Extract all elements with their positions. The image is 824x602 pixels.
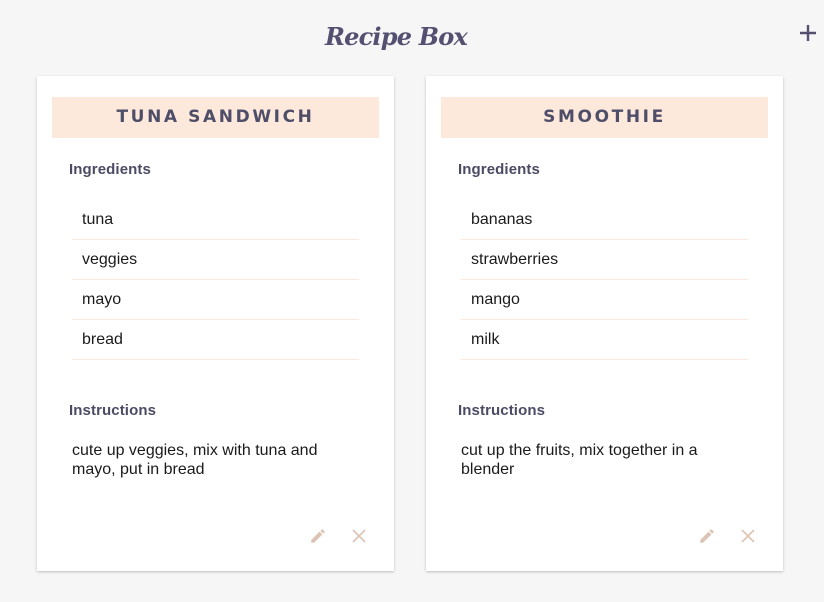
instructions-label: Instructions — [458, 402, 546, 419]
pencil-icon — [311, 529, 325, 543]
app-title: Recipe Box — [325, 22, 468, 51]
instructions-label: Instructions — [69, 402, 157, 419]
ingredient-item: bread — [72, 320, 359, 360]
ingredient-item: mayo — [72, 280, 359, 320]
plus-icon — [800, 25, 816, 41]
ingredient-item: mango — [461, 280, 748, 320]
ingredient-item: bananas — [461, 200, 748, 240]
recipe-card: SMOOTHIE Ingredients bananas strawberrie… — [426, 76, 783, 571]
delete-recipe-button[interactable] — [352, 529, 366, 543]
ingredients-label: Ingredients — [69, 161, 151, 178]
ingredient-item: milk — [461, 320, 748, 360]
pencil-icon — [700, 529, 714, 543]
ingredient-list: tuna veggies mayo bread — [72, 200, 359, 360]
ingredient-item: veggies — [72, 240, 359, 280]
ingredient-item: strawberries — [461, 240, 748, 280]
add-recipe-button[interactable] — [795, 20, 821, 46]
delete-recipe-button[interactable] — [741, 529, 755, 543]
close-icon — [741, 529, 755, 543]
instructions-text: cute up veggies, mix with tuna and mayo,… — [72, 442, 318, 478]
edit-recipe-button[interactable] — [698, 527, 716, 545]
edit-recipe-button[interactable] — [309, 527, 327, 545]
recipe-card: TUNA SANDWICH Ingredients tuna veggies m… — [37, 76, 394, 571]
ingredient-item: tuna — [72, 200, 359, 240]
close-icon — [352, 529, 366, 543]
ingredient-list: bananas strawberries mango milk — [461, 200, 748, 360]
recipe-title: SMOOTHIE — [441, 97, 768, 138]
ingredients-label: Ingredients — [458, 161, 540, 178]
recipe-title: TUNA SANDWICH — [52, 97, 379, 138]
instructions-text: cut up the fruits, mix together in a ble… — [461, 442, 698, 478]
